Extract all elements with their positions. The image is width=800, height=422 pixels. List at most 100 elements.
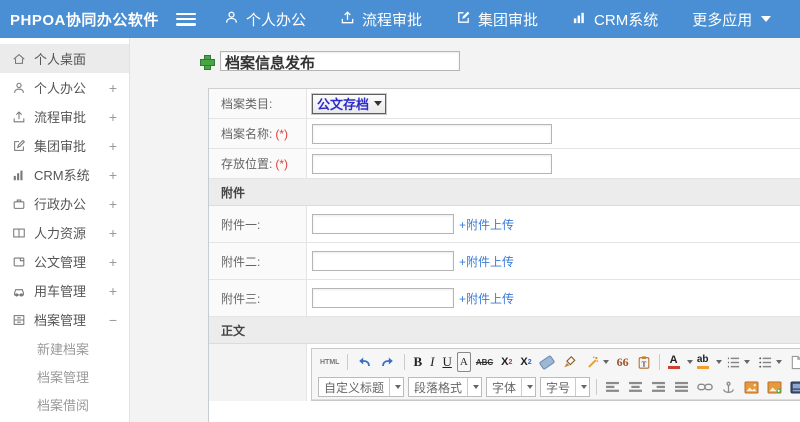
form-row-attachment-1: 附件一: +附件上传 bbox=[209, 206, 800, 243]
storage-location-input[interactable] bbox=[312, 153, 552, 174]
form-row-location: 存放位置: (*) bbox=[209, 149, 800, 179]
align-center-icon[interactable] bbox=[625, 377, 646, 397]
redo-icon[interactable] bbox=[377, 352, 399, 372]
open-book-icon bbox=[11, 225, 26, 240]
sidebar-item-desktop[interactable]: 个人桌面 bbox=[0, 44, 129, 73]
main-content: 档案信息发布 档案类目: 公文存档 档案名称: (*) 存放位置: (*) 附件 附… bbox=[130, 38, 800, 422]
custom-title-select[interactable]: 自定义标题 bbox=[318, 377, 405, 397]
workflow-icon bbox=[340, 10, 355, 29]
paste-text-icon[interactable]: T bbox=[634, 352, 654, 372]
media-icon[interactable] bbox=[787, 377, 800, 397]
required-mark: (*) bbox=[275, 156, 289, 171]
nav-group-approval[interactable]: 集团审批 bbox=[456, 9, 538, 30]
html-source-button[interactable]: HTML bbox=[317, 352, 342, 372]
attachments-section-header: 附件 bbox=[209, 179, 800, 206]
toolbar-separator bbox=[404, 354, 406, 370]
rich-text-editor: HTML B I U A ABC X2 X2 66 T A ab 自定义标题 段… bbox=[311, 348, 800, 401]
font-dialog-button[interactable]: A bbox=[456, 352, 471, 372]
link-icon[interactable] bbox=[694, 377, 716, 397]
caret-down-icon bbox=[374, 101, 383, 106]
unordered-list-icon[interactable] bbox=[755, 352, 785, 372]
sidebar-item-crm[interactable]: CRM系统 + bbox=[0, 160, 129, 189]
person-icon bbox=[11, 80, 26, 95]
edit-square-icon bbox=[456, 10, 471, 29]
font-color-button[interactable]: A bbox=[665, 352, 683, 372]
sidebar-subitem-archive-mgmt[interactable]: 档案管理 bbox=[0, 362, 129, 390]
paragraph-format-select[interactable]: 段落格式 bbox=[408, 377, 483, 397]
caret-down-icon bbox=[761, 16, 772, 22]
briefcase-icon bbox=[11, 196, 26, 211]
attachment2-input[interactable] bbox=[312, 251, 454, 271]
underline-button[interactable]: U bbox=[439, 352, 454, 372]
nav-more-apps[interactable]: 更多应用 bbox=[692, 9, 772, 30]
new-page-icon[interactable] bbox=[787, 352, 800, 372]
subscript-button[interactable]: X2 bbox=[517, 352, 534, 372]
home-icon bbox=[11, 51, 26, 66]
sidebar-item-admin-office[interactable]: 行政办公 + bbox=[0, 189, 129, 218]
toolbar-separator bbox=[658, 354, 660, 370]
clean-format-icon[interactable] bbox=[559, 352, 580, 372]
align-right-icon[interactable] bbox=[648, 377, 669, 397]
category-select[interactable]: 公文存档 bbox=[310, 92, 388, 115]
svg-text:T: T bbox=[641, 360, 646, 368]
nav-personal-office[interactable]: 个人办公 bbox=[224, 9, 306, 30]
sidebar-item-vehicle-mgmt[interactable]: 用车管理 + bbox=[0, 276, 129, 305]
person-icon bbox=[224, 10, 239, 29]
required-mark: (*) bbox=[275, 126, 289, 141]
highlight-color-button[interactable]: ab bbox=[694, 352, 712, 372]
align-justify-icon[interactable] bbox=[671, 377, 692, 397]
form-row-attachment-2: 附件二: +附件上传 bbox=[209, 243, 800, 280]
align-left-icon[interactable] bbox=[602, 377, 623, 397]
attachment3-upload-link[interactable]: +附件上传 bbox=[459, 290, 514, 307]
attachment2-upload-link[interactable]: +附件上传 bbox=[459, 253, 514, 270]
form-row-category: 档案类目: 公文存档 bbox=[209, 89, 800, 119]
sidebar-item-personal-office[interactable]: 个人办公 + bbox=[0, 73, 129, 102]
format-painter-icon[interactable] bbox=[582, 352, 612, 372]
archive-icon bbox=[11, 312, 26, 327]
image-upload-icon[interactable] bbox=[764, 377, 785, 397]
caret-down-icon bbox=[581, 385, 588, 389]
font-family-select[interactable]: 字体 bbox=[486, 377, 537, 397]
attachment3-label: 附件三: bbox=[209, 280, 307, 316]
caret-down-icon[interactable] bbox=[715, 360, 722, 364]
anchor-icon[interactable] bbox=[718, 377, 739, 397]
app-logo[interactable]: PHPOA协同办公软件 bbox=[0, 9, 172, 30]
font-size-select[interactable]: 字号 bbox=[540, 377, 591, 397]
ordered-list-icon[interactable] bbox=[723, 352, 753, 372]
sidebar-item-group-approval[interactable]: 集团审批 + bbox=[0, 131, 129, 160]
attachment1-upload-link[interactable]: +附件上传 bbox=[459, 216, 514, 233]
strikethrough-button[interactable]: ABC bbox=[473, 352, 496, 372]
topbar: PHPOA协同办公软件 个人办公 流程审批 集团审批 CRM系统 更多应用 bbox=[0, 0, 800, 38]
sidebar-subitem-new-archive[interactable]: 新建档案 bbox=[0, 334, 129, 362]
nav-workflow-approval[interactable]: 流程审批 bbox=[340, 9, 422, 30]
attachment3-input[interactable] bbox=[312, 288, 454, 308]
sidebar-item-workflow-approval[interactable]: 流程审批 + bbox=[0, 102, 129, 131]
bold-button[interactable]: B bbox=[410, 352, 425, 372]
sidebar-item-archive-mgmt[interactable]: 档案管理 − bbox=[0, 305, 129, 334]
hamburger-menu-icon[interactable] bbox=[176, 12, 196, 26]
toolbar-separator bbox=[347, 354, 349, 370]
eraser-icon[interactable] bbox=[537, 352, 557, 372]
toolbar-separator bbox=[596, 379, 598, 395]
sidebar-subitem-archive-borrow[interactable]: 档案借阅 bbox=[0, 390, 129, 418]
blockquote-button[interactable]: 66 bbox=[614, 352, 632, 372]
workflow-icon bbox=[11, 109, 26, 124]
nav-crm[interactable]: CRM系统 bbox=[572, 9, 658, 30]
caret-down-icon bbox=[395, 385, 402, 389]
caret-down-icon[interactable] bbox=[686, 360, 693, 364]
italic-button[interactable]: I bbox=[427, 352, 437, 372]
edit-square-icon bbox=[11, 138, 26, 153]
name-label: 档案名称: (*) bbox=[209, 119, 307, 148]
caret-down-icon bbox=[527, 385, 534, 389]
superscript-button[interactable]: X2 bbox=[498, 352, 515, 372]
sidebar-item-hr[interactable]: 人力资源 + bbox=[0, 218, 129, 247]
body-section-header: 正文 bbox=[209, 317, 800, 344]
archive-name-input[interactable] bbox=[312, 123, 552, 144]
attachment1-input[interactable] bbox=[312, 214, 454, 234]
image-icon[interactable] bbox=[741, 377, 762, 397]
editor-toolbar-row1: HTML B I U A ABC X2 X2 66 T A ab bbox=[312, 349, 800, 375]
archive-publish-form: 档案类目: 公文存档 档案名称: (*) 存放位置: (*) 附件 附件一: +附件… bbox=[208, 88, 800, 422]
undo-icon[interactable] bbox=[353, 352, 375, 372]
sidebar-item-document-mgmt[interactable]: 公文管理 + bbox=[0, 247, 129, 276]
page-title: 档案信息发布 bbox=[200, 51, 460, 72]
